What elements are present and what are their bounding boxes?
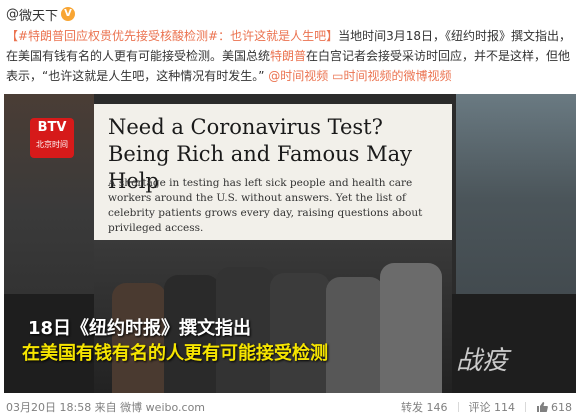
at-sign: @ [6,6,19,22]
video-caption-line2: 在美国有钱有名的人更有可能接受检测 [22,343,328,364]
comment-count: 114 [494,401,515,414]
thumbs-up-icon [537,402,548,412]
comment-button[interactable]: 评论 114 [469,399,516,415]
repost-button[interactable]: 转发 146 [401,399,448,415]
post-footer: 03月20日 18:58 来自 微博 weibo.com 转发 146 评论 1… [6,396,572,418]
repost-label: 转发 [401,401,423,414]
mention-link[interactable]: @时间视频 [268,69,328,83]
article-photo [94,240,452,393]
trump-keyword-link[interactable]: 特朗普 [270,49,306,63]
like-button[interactable]: 618 [536,401,572,414]
hashtag-link[interactable]: 【#特朗普回应权贵优先接受核酸检测#：也许这就是人生吧】 [6,29,338,43]
post-stats: 转发 146 评论 114 618 [401,399,572,415]
video-link[interactable]: ▭时间视频的微博视频 [332,69,451,83]
video-caption-line1: 18日《纽约时报》撰文指出 [28,318,252,339]
verified-badge-icon: V [61,7,76,21]
person-silhouette [380,263,442,393]
zhanyi-watermark: 战疫 [456,346,509,376]
person-silhouette [270,273,330,393]
video-player[interactable]: BTV 北京时间 Need a Coronavirus Test? Being … [4,94,576,393]
post-meta[interactable]: 03月20日 18:58 来自 微博 weibo.com [6,399,401,415]
username-link[interactable]: 微天下 [19,5,58,24]
post-text: 【#特朗普回应权贵优先接受核酸检测#：也许这就是人生吧】当地时间3月18日，《纽… [6,26,572,86]
like-count: 618 [551,400,572,414]
video-link-label: 时间视频的微博视频 [343,69,452,83]
divider [457,402,459,412]
comment-label: 评论 [468,401,491,414]
btv-logo-line2: 北京时间 [36,140,68,149]
post-header: @ 微天下 V [6,4,76,24]
person-silhouette [326,277,384,393]
btv-logo: BTV 北京时间 [30,118,74,158]
article-summary: A shortage in testing has left sick peop… [108,177,423,234]
repost-count: 146 [426,401,448,414]
video-icon: ▭ [332,69,344,83]
btv-logo-line1: BTV [37,120,67,135]
divider [525,402,526,412]
